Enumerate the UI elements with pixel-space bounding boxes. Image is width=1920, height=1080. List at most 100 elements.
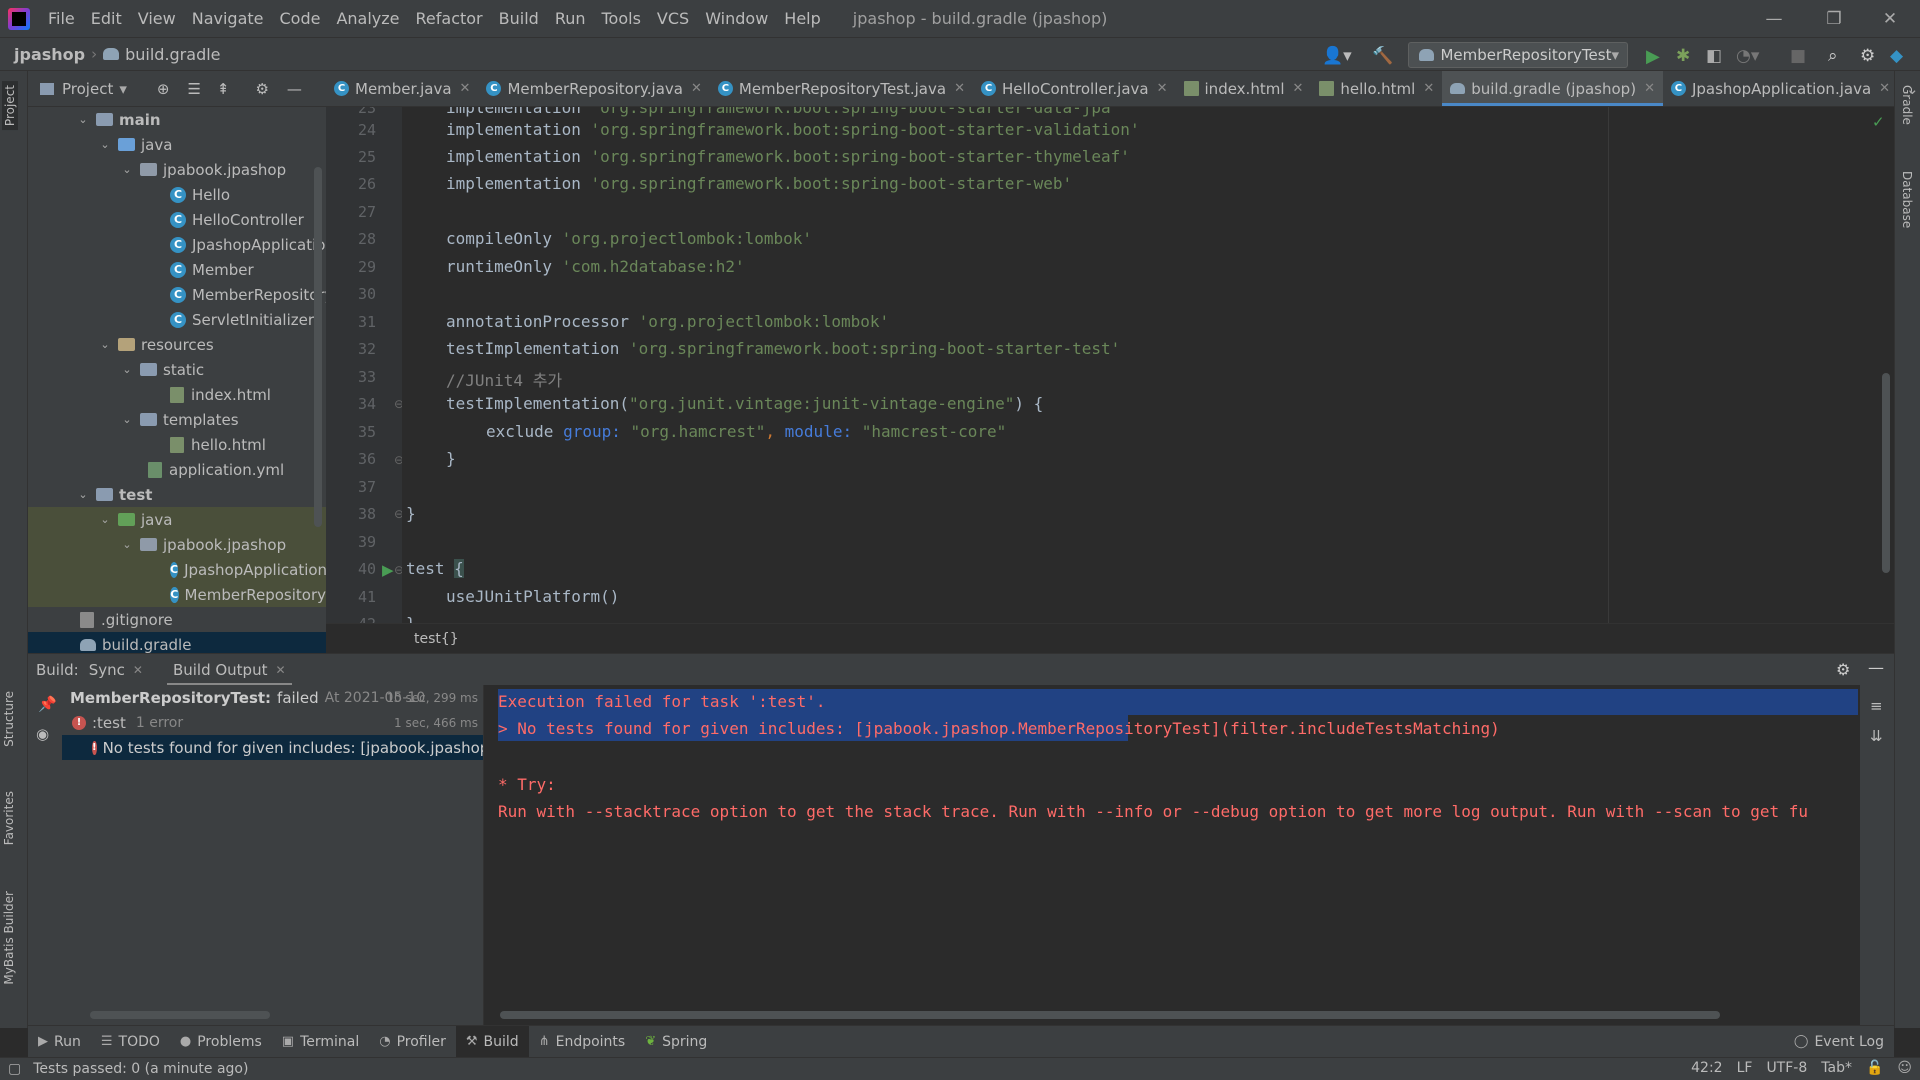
project-view-label[interactable]: Project — [62, 80, 113, 98]
tool-button-spring[interactable]: ❦ Spring — [635, 1026, 717, 1058]
fold-icon[interactable]: ⊖ — [394, 397, 402, 411]
menu-window[interactable]: Window — [697, 9, 776, 28]
hide-panel-icon[interactable]: — — [1868, 658, 1884, 677]
caret-position[interactable]: 42:2 — [1691, 1060, 1722, 1076]
menu-tools[interactable]: Tools — [594, 9, 649, 28]
build-tree-root[interactable]: MemberRepositoryTest: failed At 2021-05-… — [62, 685, 483, 710]
tree-item-test-java[interactable]: ⌄ java — [28, 507, 326, 532]
tool-tab-mybatis-builder[interactable]: MyBatis Builder — [2, 891, 16, 985]
tab-memberrepository-java[interactable]: C MemberRepository.java ✕ — [478, 71, 709, 106]
lock-icon[interactable]: 🔓 — [1866, 1060, 1883, 1076]
tree-item-memberrepository[interactable]: C MemberRepository — [170, 282, 326, 307]
build-tree-scrollbar[interactable] — [90, 1011, 270, 1019]
close-icon[interactable]: ✕ — [1644, 81, 1655, 96]
tree-item-static[interactable]: ⌄ static — [120, 357, 204, 382]
menu-edit[interactable]: Edit — [83, 9, 130, 28]
tool-button-profiler[interactable]: ◔ Profiler — [369, 1026, 456, 1058]
build-output-console[interactable]: Execution failed for task ':test'. > No … — [484, 685, 1860, 1025]
tree-item-application-yml[interactable]: application.yml — [148, 457, 284, 482]
tool-button-problems[interactable]: ● Problems — [170, 1026, 272, 1058]
tree-item-hello[interactable]: C Hello — [170, 182, 230, 207]
fold-icon[interactable]: ⊖ — [394, 453, 402, 467]
menu-navigate[interactable]: Navigate — [184, 9, 272, 28]
code-breadcrumb[interactable]: test{} — [414, 631, 459, 647]
menu-help[interactable]: Help — [776, 9, 828, 28]
jetbrains-toolbox-icon[interactable]: ◆ — [1890, 46, 1903, 66]
expand-all-icon[interactable]: ☰ — [187, 80, 200, 98]
vcs-user-icon[interactable]: 👤▾ — [1322, 46, 1352, 66]
tab-hello-html[interactable]: hello.html ✕ — [1311, 71, 1442, 106]
tool-button-endpoints[interactable]: ⋔ Endpoints — [529, 1026, 636, 1058]
tree-item-test[interactable]: ⌄ test — [76, 482, 152, 507]
run-configuration-select[interactable]: MemberRepositoryTest ▾ — [1408, 42, 1628, 68]
tree-item-jpashopapplication[interactable]: C JpashopApplication — [170, 232, 326, 257]
tree-item-hello-html[interactable]: hello.html — [170, 432, 266, 457]
output-scrollbar[interactable] — [500, 1011, 1720, 1019]
menu-run[interactable]: Run — [547, 9, 594, 28]
tree-item-templates[interactable]: ⌄ templates — [120, 407, 238, 432]
code-editor[interactable]: implementation 'org.springframework.boot… — [402, 107, 1894, 623]
close-icon[interactable]: ✕ — [1157, 81, 1168, 96]
coverage-icon[interactable]: ◧ — [1706, 46, 1722, 66]
breadcrumb-file[interactable]: build.gradle — [125, 45, 220, 64]
no-problems-check-icon[interactable]: ✓ — [1872, 113, 1885, 131]
tool-button-run[interactable]: ▶ Run — [28, 1026, 91, 1058]
scroll-to-end-icon[interactable]: ⇊ — [1870, 727, 1883, 745]
tree-item-gitignore[interactable]: .gitignore — [80, 607, 173, 632]
fold-icon[interactable]: ⊖ — [394, 507, 402, 521]
run-icon[interactable]: ▶ — [1646, 46, 1660, 67]
tree-item-servletinitializer[interactable]: C ServletInitializer — [170, 307, 314, 332]
menu-analyze[interactable]: Analyze — [328, 9, 407, 28]
tool-button-todo[interactable]: ☰ TODO — [91, 1026, 170, 1058]
tool-button-terminal[interactable]: ▣ Terminal — [272, 1026, 369, 1058]
hide-panel-icon[interactable]: — — [287, 80, 302, 98]
soft-wrap-icon[interactable]: ≡ — [1870, 697, 1883, 715]
build-tree-task[interactable]: ! :test 1 error 1 sec, 466 ms — [62, 710, 483, 735]
chevron-down-icon[interactable]: ▾ — [119, 80, 127, 98]
run-gutter-icon[interactable]: ▶ — [382, 561, 394, 579]
options-gear-icon[interactable]: ⚙ — [255, 80, 268, 98]
close-icon[interactable]: ✕ — [954, 81, 965, 96]
collapse-all-icon[interactable]: ⇞ — [217, 80, 230, 98]
tree-item-package[interactable]: ⌄ jpabook.jpashop — [120, 157, 286, 182]
tree-item-resources[interactable]: ⌄ resources — [98, 332, 213, 357]
tab-build-output[interactable]: Build Output ✕ — [163, 654, 296, 686]
settings-gear-icon[interactable]: ⚙ — [1860, 46, 1875, 66]
settings-gear-icon[interactable]: ⚙ — [1836, 660, 1850, 679]
tree-item-java[interactable]: ⌄ java — [98, 132, 172, 157]
tool-tab-database[interactable]: Database — [1900, 171, 1914, 228]
pin-icon[interactable]: 📌 — [38, 695, 57, 713]
debug-icon[interactable]: ✱ — [1676, 46, 1690, 66]
search-icon[interactable]: ⌕ — [1828, 46, 1838, 66]
close-icon[interactable]: ✕ — [133, 663, 143, 677]
status-message[interactable]: Tests passed: 0 (a minute ago) — [33, 1061, 248, 1077]
tree-item-hellocontroller[interactable]: C HelloController — [170, 207, 304, 232]
eye-icon[interactable]: ◉ — [36, 725, 49, 743]
project-tree-scrollbar[interactable] — [314, 167, 322, 527]
stop-icon[interactable]: ■ — [1790, 46, 1806, 66]
tree-item-jpashopapplication-test[interactable]: C JpashopApplication — [28, 557, 326, 582]
indent-setting[interactable]: Tab* — [1821, 1060, 1852, 1076]
close-icon[interactable]: ✕ — [1879, 81, 1890, 96]
tree-item-memberrepositorytest[interactable]: C MemberRepository — [28, 582, 326, 607]
menu-refactor[interactable]: Refactor — [408, 9, 491, 28]
tree-item-index-html[interactable]: index.html — [170, 382, 271, 407]
editor-scrollbar[interactable] — [1882, 373, 1890, 573]
locate-file-icon[interactable]: ⊕ — [157, 80, 170, 98]
close-window-icon[interactable]: ✕ — [1860, 0, 1920, 37]
tool-button-build[interactable]: ⚒ Build — [455, 1025, 529, 1058]
line-separator[interactable]: LF — [1737, 1060, 1753, 1076]
tab-list-chevron-icon[interactable]: ⌄ — [1906, 71, 1919, 106]
profile-icon[interactable]: ◔▾ — [1736, 46, 1759, 66]
close-icon[interactable]: ✕ — [691, 81, 702, 96]
tree-item-test-package[interactable]: ⌄ jpabook.jpashop — [28, 532, 326, 557]
tool-tab-favorites[interactable]: Favorites — [2, 791, 16, 845]
menu-view[interactable]: View — [130, 9, 184, 28]
menu-vcs[interactable]: VCS — [649, 9, 697, 28]
close-icon[interactable]: ✕ — [1423, 81, 1434, 96]
memory-indicator-icon[interactable]: ☺ — [1897, 1060, 1912, 1076]
build-tree-error[interactable]: ! No tests found for given includes: [jp… — [62, 735, 483, 760]
tree-item-build-gradle[interactable]: build.gradle — [28, 632, 326, 653]
status-toggle-icon[interactable]: ▢ — [8, 1061, 21, 1077]
tab-build-gradle[interactable]: build.gradle (jpashop) ✕ — [1442, 71, 1663, 106]
